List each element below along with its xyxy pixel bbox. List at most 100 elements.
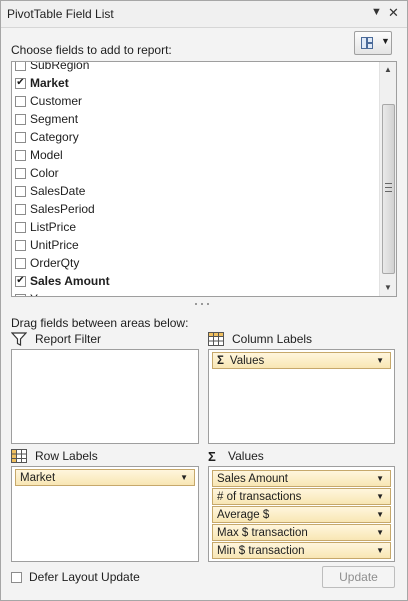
field-item[interactable]: SubRegion	[12, 61, 380, 74]
values-title: Values	[228, 449, 264, 463]
field-label: Segment	[30, 112, 79, 126]
field-label: Model	[30, 148, 63, 162]
field-checkbox[interactable]	[15, 257, 26, 269]
field-checkbox[interactable]: ✔	[15, 77, 26, 89]
column-labels-header: Column Labels	[208, 332, 312, 346]
sigma-icon: Σ	[217, 354, 224, 367]
values-item[interactable]: Max $ transaction ▼	[212, 524, 391, 541]
field-item[interactable]: Category	[12, 128, 380, 146]
field-list: SubRegion ✔ Market Customer Segment Category M…	[11, 61, 397, 297]
pane-title: PivotTable Field List	[7, 7, 114, 21]
column-labels-item[interactable]: Σ Values ▼	[212, 352, 391, 369]
row-labels-title: Row Labels	[35, 449, 98, 463]
chevron-down-icon[interactable]: ▼	[376, 546, 384, 555]
values-area[interactable]: Sales Amount ▼ # of transactions ▼ Avera…	[208, 466, 395, 562]
field-checkbox[interactable]	[15, 221, 26, 233]
field-label: Sales Amount	[30, 274, 110, 288]
field-item[interactable]: UnitPrice	[12, 236, 380, 254]
item-label: Sales Amount	[217, 472, 288, 485]
field-item[interactable]: Color	[12, 164, 380, 182]
field-checkbox[interactable]	[15, 293, 26, 296]
chevron-down-icon[interactable]: ▼	[376, 474, 384, 483]
row-labels-item[interactable]: Market ▼	[15, 469, 195, 486]
field-item[interactable]: Model	[12, 146, 380, 164]
column-labels-area[interactable]: Σ Values ▼	[208, 349, 395, 444]
defer-label: Defer Layout Update	[29, 570, 140, 584]
report-filter-title: Report Filter	[35, 332, 102, 346]
field-item[interactable]: SalesDate	[12, 182, 380, 200]
field-label: SalesDate	[30, 184, 86, 198]
chevron-down-icon[interactable]: ▼	[376, 492, 384, 501]
field-item[interactable]: SalesPeriod	[12, 200, 380, 218]
chevron-down-icon[interactable]: ▼	[376, 510, 384, 519]
filter-icon	[11, 332, 27, 346]
defer-layout-update[interactable]: Defer Layout Update	[11, 570, 140, 584]
field-checkbox[interactable]	[15, 185, 26, 197]
splitter-handle[interactable]	[5, 301, 403, 307]
drag-fields-label: Drag fields between areas below:	[11, 316, 189, 330]
dropdown-arrow-icon[interactable]: ▼	[371, 6, 382, 18]
field-checkbox[interactable]	[15, 149, 26, 161]
close-icon[interactable]: ✕	[388, 5, 399, 21]
checkmark-icon: ✔	[16, 275, 25, 286]
item-label: # of transactions	[217, 490, 302, 503]
row-labels-icon	[11, 449, 27, 463]
field-checkbox[interactable]	[15, 131, 26, 143]
report-filter-area[interactable]	[11, 349, 199, 444]
item-label: Market	[20, 471, 56, 484]
scroll-up-arrow-icon[interactable]: ▲	[380, 62, 396, 78]
field-checkbox[interactable]	[15, 95, 26, 107]
pivottable-field-list-pane: PivotTable Field List ▼ ✕ Choose fields …	[0, 0, 408, 601]
field-checkbox[interactable]	[15, 239, 26, 251]
item-label: Max $ transaction	[217, 526, 308, 539]
title-bar: PivotTable Field List ▼ ✕	[1, 1, 407, 28]
values-item[interactable]: # of transactions ▼	[212, 488, 391, 505]
values-header: Σ Values	[208, 449, 264, 464]
values-item[interactable]: Min $ transaction ▼	[212, 542, 391, 559]
field-label: SalesPeriod	[30, 202, 95, 216]
choose-fields-label: Choose fields to add to report:	[11, 43, 172, 57]
field-label: Market	[30, 76, 69, 90]
grip-icon	[385, 183, 392, 192]
field-label: SubRegion	[30, 61, 90, 72]
column-labels-title: Column Labels	[232, 332, 313, 346]
field-item[interactable]: Segment	[12, 110, 380, 128]
field-label: Category	[30, 130, 79, 144]
row-labels-area[interactable]: Market ▼	[11, 466, 199, 562]
chevron-down-icon[interactable]: ▼	[376, 356, 384, 365]
scroll-down-arrow-icon[interactable]: ▼	[380, 280, 396, 296]
values-item[interactable]: Sales Amount ▼	[212, 470, 391, 487]
chevron-down-icon[interactable]: ▼	[180, 473, 188, 482]
field-label: OrderQty	[30, 256, 80, 270]
update-button[interactable]: Update	[322, 566, 395, 588]
field-checkbox[interactable]	[15, 167, 26, 179]
field-label: UnitPrice	[30, 238, 79, 252]
field-checkbox[interactable]	[15, 62, 26, 71]
field-item[interactable]: OrderQty	[12, 254, 380, 272]
field-item[interactable]: Customer	[12, 92, 380, 110]
chevron-down-icon[interactable]: ▼	[376, 528, 384, 537]
column-labels-icon	[208, 332, 224, 346]
item-label: Min $ transaction	[217, 544, 305, 557]
field-layout-button[interactable]: ▼	[354, 31, 392, 55]
field-item[interactable]: ✔ Market	[12, 74, 380, 92]
scroll-thumb[interactable]	[382, 104, 395, 274]
report-filter-header: Report Filter	[11, 332, 101, 346]
field-checkbox[interactable]	[15, 113, 26, 125]
checkmark-icon: ✔	[16, 77, 25, 88]
row-labels-header: Row Labels	[11, 449, 98, 463]
field-items: SubRegion ✔ Market Customer Segment Category M…	[12, 61, 380, 296]
defer-checkbox[interactable]	[11, 571, 22, 583]
field-checkbox[interactable]: ✔	[15, 275, 26, 287]
chevron-down-icon: ▼	[381, 36, 390, 46]
field-item[interactable]: ListPrice	[12, 218, 380, 236]
field-label: ListPrice	[30, 220, 77, 234]
values-item[interactable]: Average $ ▼	[212, 506, 391, 523]
field-label: Color	[30, 166, 59, 180]
field-label: Years	[30, 292, 60, 296]
field-item[interactable]: Years	[12, 290, 380, 296]
field-label: Customer	[30, 94, 83, 108]
field-list-scrollbar[interactable]: ▲ ▼	[379, 62, 396, 296]
field-checkbox[interactable]	[15, 203, 26, 215]
field-item[interactable]: ✔ Sales Amount	[12, 272, 380, 290]
